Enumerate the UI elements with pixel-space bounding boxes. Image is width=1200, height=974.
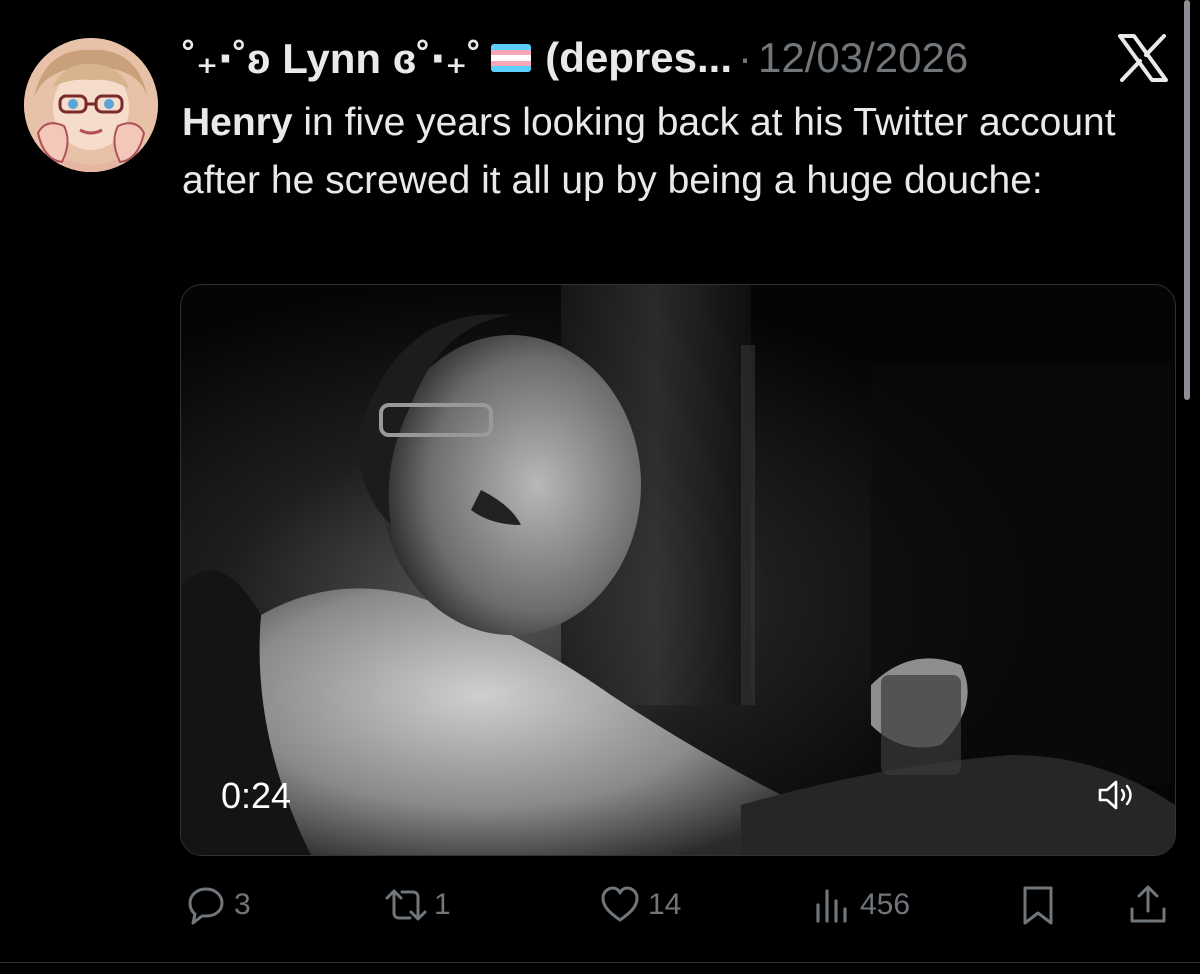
author-display-name[interactable]: ˚₊‧˚ʚ Lynn ɞ˚‧₊˚ — [182, 34, 481, 83]
tweet-text-body: in five years looking back at his Twitte… — [182, 101, 1116, 202]
trans-flag-icon — [491, 44, 532, 72]
scrollbar[interactable] — [1184, 0, 1190, 400]
heart-icon — [601, 886, 639, 922]
views-button[interactable]: 456 — [810, 880, 910, 930]
tweet-text-highlight: Henry — [182, 101, 293, 144]
avatar-icon — [24, 38, 158, 172]
reply-button[interactable]: 3 — [184, 880, 251, 930]
tweet-actions: 3 1 14 456 — [180, 880, 1174, 930]
tweet-date[interactable]: 12/03/2026 — [758, 34, 968, 82]
reply-icon — [188, 887, 224, 925]
x-logo-icon[interactable] — [1116, 34, 1170, 82]
tweet-text: Henry in five years looking back at his … — [182, 94, 1182, 210]
avatar[interactable] — [24, 38, 158, 172]
like-count: 14 — [648, 888, 682, 921]
like-button[interactable]: 14 — [598, 880, 681, 930]
separator-dot: · — [738, 34, 753, 81]
speaker-icon[interactable] — [1097, 779, 1137, 811]
reply-count: 3 — [234, 888, 251, 921]
video-timestamp: 0:24 — [221, 775, 292, 816]
share-icon — [1130, 885, 1166, 923]
video-frame — [181, 285, 1175, 855]
tweet-header: ˚₊‧˚ʚ Lynn ɞ˚‧₊˚ (depres... · 12/03/2026 — [182, 30, 968, 86]
repost-button[interactable]: 1 — [384, 880, 451, 930]
share-button[interactable] — [1126, 880, 1170, 930]
repost-count: 1 — [434, 888, 451, 921]
flag-stripe — [491, 66, 532, 72]
repost-icon — [385, 889, 427, 921]
video-player[interactable]: 0:24 — [180, 284, 1176, 856]
author-name-suffix[interactable]: (depres... — [545, 34, 732, 82]
analytics-icon — [816, 889, 847, 923]
tweet: ˚₊‧˚ʚ Lynn ɞ˚‧₊˚ (depres... · 12/03/2026… — [0, 0, 1200, 974]
bookmark-icon — [1023, 886, 1053, 925]
bookmark-button[interactable] — [1016, 880, 1060, 930]
view-count: 456 — [860, 888, 911, 921]
divider — [0, 962, 1200, 963]
